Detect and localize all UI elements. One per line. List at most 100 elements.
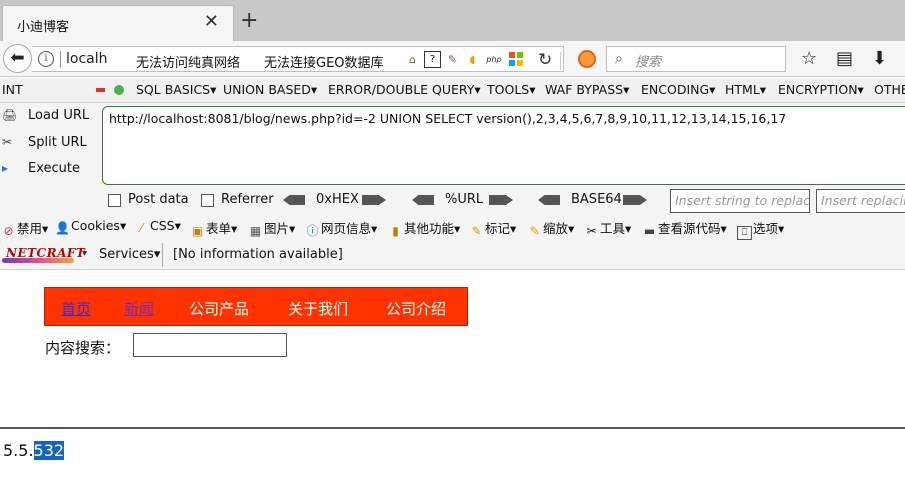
wd-cookies[interactable]: 👤Cookies▾ — [55, 218, 126, 235]
home-icon[interactable]: ⌂ — [404, 51, 421, 68]
insert-replacing-input[interactable]: Insert replacing — [816, 189, 905, 213]
plus-icon[interactable] — [114, 85, 124, 95]
options-icon: ⎕ — [737, 226, 752, 240]
question-icon[interactable]: ? — [424, 51, 441, 68]
url-encode-arrow-icon[interactable] — [489, 195, 513, 205]
result-prefix: 5.5. — [3, 441, 34, 460]
bookmark-star-icon[interactable]: ☆ — [801, 48, 817, 69]
nav-intro[interactable]: 公司介绍 — [386, 298, 446, 319]
wd-view-source[interactable]: ▬ 查看源代码▾ — [642, 218, 727, 238]
menu-encryption[interactable]: ENCRYPTION▾ — [778, 82, 864, 97]
source-icon: ▬ — [643, 224, 656, 238]
search-icon: ⌕ — [615, 51, 623, 67]
insert-string-input[interactable]: Insert string to replace — [670, 189, 810, 213]
wd-css[interactable]: ⁄ CSS▾ — [134, 218, 180, 235]
nav-news[interactable]: 新闻 — [124, 298, 154, 319]
wd-misc-label: 其他功能▾ — [404, 221, 461, 236]
info-icon[interactable]: i — [38, 51, 54, 67]
wd-outline[interactable]: ✎ 标记▾ — [469, 218, 516, 238]
windows-icon[interactable] — [507, 51, 524, 68]
base64-decode-arrow-icon[interactable] — [538, 195, 560, 205]
info-circle-icon: ⓘ — [306, 224, 319, 238]
new-tab-icon[interactable]: + — [240, 10, 258, 32]
pocket-icon[interactable] — [578, 50, 596, 68]
wd-forms-label: 表单▾ — [206, 221, 238, 236]
reader-list-icon[interactable]: ▤ — [836, 48, 853, 69]
wd-view-source-label: 查看源代码▾ — [658, 221, 727, 236]
url-text[interactable]: localh — [66, 51, 128, 67]
browser-tab[interactable]: 小迪博客 ✕ — [2, 5, 234, 41]
search-placeholder: 搜索 — [635, 55, 662, 70]
split-url-button[interactable]: ✂ Split URL — [2, 135, 87, 150]
wd-disable[interactable]: ⊘ 禁用▾ — [1, 218, 48, 238]
execute-button[interactable]: ▸ Execute — [2, 161, 80, 176]
nav-products[interactable]: 公司产品 — [189, 298, 249, 319]
referrer-label: Referrer — [221, 192, 274, 207]
wd-outline-label: 标记▾ — [485, 221, 517, 236]
wd-tools[interactable]: ✂ 工具▾ — [584, 218, 631, 238]
menu-html[interactable]: HTML▾ — [725, 82, 766, 97]
base64-encode-arrow-icon[interactable] — [623, 195, 647, 205]
netcraft-logo[interactable]: NETCRAFT — [6, 246, 85, 260]
netcraft-toolbar: NETCRAFT ▾ Services▾ [No information ava… — [0, 240, 905, 270]
wd-images-label: 图片▾ — [264, 221, 296, 236]
content-search-input[interactable] — [133, 333, 287, 357]
result-selected[interactable]: 532 — [33, 441, 65, 460]
css-wand-icon: ⁄ — [140, 221, 143, 235]
post-data-checkbox[interactable] — [108, 194, 121, 207]
menu-error-double-query[interactable]: ERROR/DOUBLE QUERY▾ — [328, 82, 481, 97]
php-icon[interactable]: php — [484, 51, 504, 68]
referrer-checkbox[interactable] — [201, 194, 214, 207]
shield-icon[interactable]: ◖ — [464, 51, 481, 68]
url-textarea[interactable]: http://localhost:8081/blog/news.php?id=-… — [102, 106, 905, 185]
url-bar[interactable]: i localh 无法访问纯真网络 无法连接GEO数据库 ⌂ ? ✎ ◖ php — [32, 46, 564, 72]
wd-options[interactable]: ⎕ 选项▾ — [737, 218, 784, 240]
netcraft-services[interactable]: Services▾ — [99, 247, 160, 262]
pencil-icon: ✎ — [471, 224, 482, 238]
base64-label: BASE64 — [571, 192, 622, 207]
load-url-button[interactable]: 🖨 Load URL — [2, 108, 89, 123]
menu-tools[interactable]: TOOLS▾ — [487, 82, 536, 97]
load-url-icon: 🖨 — [2, 108, 18, 122]
tools-icon: ✂ — [586, 224, 597, 238]
feather-icon[interactable]: ✎ — [444, 51, 461, 68]
minus-icon[interactable] — [96, 88, 105, 92]
nav-home[interactable]: 首页 — [61, 298, 91, 319]
wd-misc[interactable]: ▮ 其他功能▾ — [388, 218, 460, 238]
wd-page-info-label: 网页信息▾ — [321, 221, 378, 236]
url-divider — [560, 52, 561, 70]
split-url-label: Split URL — [28, 135, 87, 150]
search-bar[interactable]: ⌕ 搜索 — [606, 46, 786, 72]
hex-encode-arrow-icon[interactable] — [362, 195, 386, 205]
execute-icon: ▸ — [2, 161, 9, 175]
site-nav-bar: 首页 新闻 公司产品 关于我们 公司介绍 — [44, 287, 468, 326]
url-separator — [60, 51, 61, 68]
menu-int[interactable]: INT — [2, 82, 23, 97]
menu-waf-bypass[interactable]: WAF BYPASS▾ — [545, 82, 629, 97]
download-icon[interactable]: ⬇ — [872, 48, 887, 69]
reload-icon[interactable]: ↻ — [538, 50, 552, 70]
menu-sql-basics[interactable]: SQL BASICS▾ — [136, 82, 216, 97]
bookmark-geo[interactable]: 无法连接GEO数据库 — [264, 52, 384, 71]
hackbar-options-row: Post data Referrer 0xHEX %URL BASE64 Ins… — [0, 186, 905, 214]
wd-forms[interactable]: ▣ 表单▾ — [190, 218, 237, 238]
bookmark-chunzhen[interactable]: 无法访问纯真网络 — [136, 52, 240, 71]
url-decode-arrow-icon[interactable] — [412, 195, 434, 205]
addon-icons: ⌂ ? ✎ ◖ php — [404, 51, 524, 69]
hex-decode-arrow-icon[interactable] — [283, 195, 305, 205]
wd-options-label: 选项▾ — [753, 221, 785, 236]
chevron-down-icon[interactable]: ▾ — [82, 248, 87, 259]
web-developer-toolbar: ⊘ 禁用▾ 👤Cookies▾ ⁄ CSS▾ ▣ 表单▾ ▦ 图片▾ ⓘ 网页信息▾ ▮ 其… — [0, 213, 905, 240]
menu-other[interactable]: OTHE — [874, 82, 905, 97]
wd-resize-label: 缩放▾ — [543, 221, 575, 236]
hex-label: 0xHEX — [316, 192, 359, 207]
wd-page-info[interactable]: ⓘ 网页信息▾ — [305, 218, 377, 238]
back-button[interactable]: ⬅ — [3, 44, 32, 73]
menu-union-based[interactable]: UNION BASED▾ — [223, 82, 317, 97]
wd-resize[interactable]: ✎ 缩放▾ — [527, 218, 574, 238]
menu-encoding[interactable]: ENCODING▾ — [641, 82, 715, 97]
close-tab-icon[interactable]: ✕ — [204, 12, 219, 32]
disable-icon: ⊘ — [3, 224, 14, 238]
nav-about[interactable]: 关于我们 — [288, 298, 348, 319]
wd-images[interactable]: ▦ 图片▾ — [248, 218, 295, 238]
